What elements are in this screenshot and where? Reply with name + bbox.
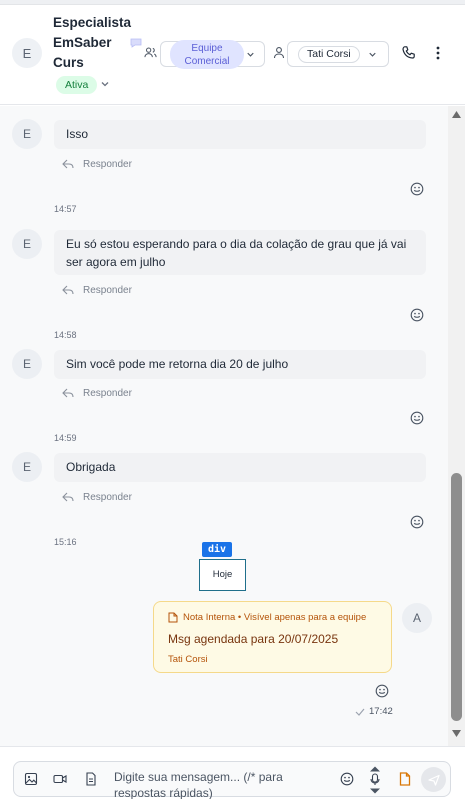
reply-label: Responder (83, 387, 132, 399)
video-icon[interactable] (53, 772, 67, 786)
reply-icon (62, 159, 74, 169)
sent-status: 17:42 (355, 706, 393, 717)
reply-label: Responder (83, 284, 132, 296)
message-time: 15:16 (54, 537, 77, 547)
sender-avatar: E (12, 229, 42, 259)
reply-icon (62, 492, 74, 502)
emoji-icon[interactable] (340, 772, 354, 786)
scrollbar-thumb[interactable] (451, 473, 462, 721)
agent-pill: Tati Corsi (298, 46, 360, 63)
contact-name: Especialista EmSaber Curs (53, 15, 132, 70)
message-bubble: Sim você pode me retorna dia 20 de julho (54, 350, 426, 379)
composer-area: Digite sua mensagem... (/* para resposta… (0, 746, 465, 812)
inspector-tag: div (202, 542, 233, 557)
message-bubble: Eu só estou esperando para o dia da cola… (54, 230, 426, 275)
microphone-icon[interactable] (368, 766, 382, 794)
sender-avatar: E (12, 349, 42, 379)
reply-button[interactable]: Responder (62, 283, 132, 297)
conversation-header: E Especialista EmSaber Curs Ativa Equipe… (0, 5, 465, 105)
more-vertical-icon[interactable] (431, 44, 445, 62)
internal-note-header: Nota Interna • Visível apenas para a equ… (168, 612, 366, 623)
sender-avatar: E (12, 119, 42, 149)
team-select[interactable]: Equipe Comercial (160, 40, 265, 69)
agent-select[interactable]: Tati Corsi (287, 41, 389, 67)
message-time: 14:58 (54, 330, 77, 340)
chat-bubble-icon (130, 38, 142, 48)
message-time: 14:57 (54, 204, 77, 214)
reply-label: Responder (83, 158, 132, 170)
scroll-down-arrow[interactable] (451, 729, 462, 738)
team-icon (144, 47, 157, 58)
message-list[interactable]: E Isso Responder 14:57 E Eu só estou esp… (0, 106, 448, 746)
send-button[interactable] (421, 767, 446, 792)
reply-icon (62, 388, 74, 398)
person-icon (273, 47, 285, 59)
agent-avatar: A (402, 603, 432, 633)
team-pill: Equipe Comercial (170, 40, 244, 69)
scroll-up-arrow[interactable] (451, 110, 462, 119)
contact-avatar[interactable]: E (12, 38, 42, 68)
chevron-down-icon[interactable] (99, 78, 111, 90)
sender-avatar: E (12, 452, 42, 482)
image-icon[interactable] (24, 772, 38, 786)
emoji-icon[interactable] (410, 411, 424, 425)
message-bubble: Isso (54, 120, 426, 149)
internal-note-text: Msg agendada para 20/07/2025 (168, 632, 339, 646)
reply-icon (62, 285, 74, 295)
internal-note: Nota Interna • Visível apenas para a equ… (153, 601, 392, 673)
internal-note-icon[interactable] (398, 772, 412, 786)
emoji-icon[interactable] (410, 515, 424, 529)
message-time: 14:59 (54, 433, 77, 443)
send-icon (427, 774, 440, 786)
day-separator: Hoje (199, 559, 246, 591)
composer: Digite sua mensagem... (/* para resposta… (13, 761, 451, 799)
reply-label: Responder (83, 491, 132, 503)
document-icon[interactable] (84, 772, 98, 786)
reply-button[interactable]: Responder (62, 386, 132, 400)
chevron-down-icon (247, 52, 254, 57)
emoji-icon[interactable] (375, 684, 389, 698)
chevron-down-icon (369, 52, 376, 57)
reply-button[interactable]: Responder (62, 490, 132, 504)
message-input[interactable]: Digite sua mensagem... (/* para resposta… (114, 769, 336, 799)
sent-time: 17:42 (369, 706, 393, 717)
message-bubble: Obrigada (54, 453, 426, 482)
internal-note-header-text: Nota Interna • Visível apenas para a equ… (183, 612, 367, 623)
internal-note-author: Tati Corsi (168, 654, 208, 665)
scrollbar[interactable] (448, 106, 465, 746)
emoji-icon[interactable] (410, 308, 424, 322)
check-icon (355, 708, 365, 716)
status-badge[interactable]: Ativa (56, 76, 98, 94)
phone-icon[interactable] (401, 45, 417, 61)
note-icon (168, 612, 178, 623)
reply-button[interactable]: Responder (62, 157, 132, 171)
emoji-icon[interactable] (410, 182, 424, 196)
